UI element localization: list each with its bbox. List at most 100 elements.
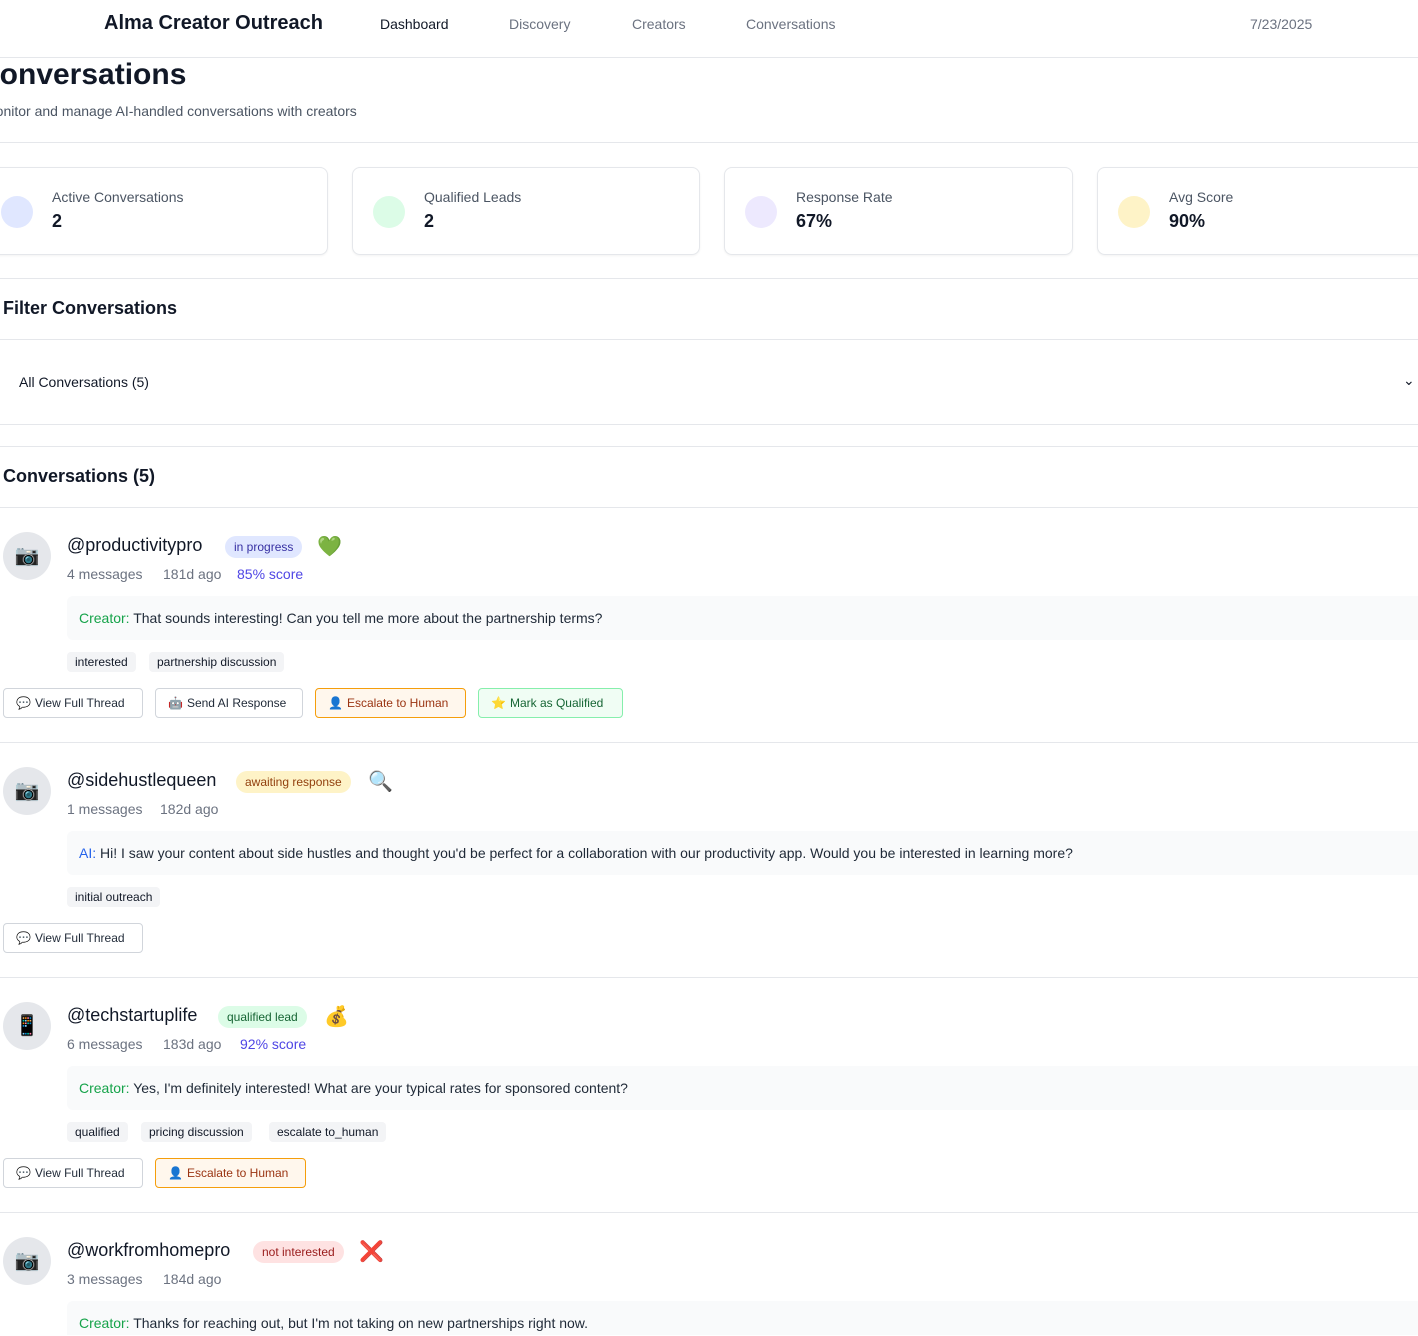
button-label: Escalate to Human: [346, 696, 449, 710]
stat-active-icon: [1, 196, 33, 228]
conversation-list-title: Conversations (5): [3, 466, 156, 486]
send-ai-response-button[interactable]: 🤖 Send AI Response: [155, 688, 303, 718]
robot-icon: 🤖: [168, 696, 183, 710]
person-icon: 👤: [328, 696, 343, 710]
stat-label: Qualified Leads: [424, 189, 522, 205]
last-message: Creator: That sounds interesting! Can yo…: [67, 596, 1418, 640]
magnifier-icon: 🔍: [368, 771, 393, 793]
lead-score: 92% score: [240, 1036, 307, 1052]
stat-label: Active Conversations: [52, 189, 184, 205]
avatar: 📷: [3, 767, 51, 815]
stat-score-icon: [1118, 196, 1150, 228]
tag: partnership discussion: [149, 652, 285, 672]
message-sender: Creator:: [79, 1315, 130, 1331]
page-title: Conversations: [0, 58, 420, 92]
message-count: 3 messages: [67, 1271, 143, 1287]
button-label: View Full Thread: [34, 1166, 125, 1180]
lead-score: 85% score: [237, 566, 304, 582]
cross-mark-icon: ❌: [359, 1241, 384, 1263]
page-title-text: Conversations: [0, 58, 187, 91]
last-activity: 183d ago: [163, 1036, 222, 1052]
top-navigation: Alma Creator Outreach Dashboard Discover…: [0, 0, 1418, 58]
stat-response-icon: [745, 196, 777, 228]
last-message: Creator: Yes, I'm definitely interested!…: [67, 1066, 1418, 1110]
conversation-item: 📷 @sidehustlequeen awaiting response 🔍 1…: [0, 743, 1418, 978]
stat-label: Response Rate: [796, 189, 893, 205]
last-activity: 182d ago: [160, 801, 219, 817]
header-divider: [0, 142, 1418, 143]
filter-title: Filter Conversations: [3, 298, 178, 318]
tag: qualified: [67, 1122, 128, 1142]
stat-value: 2: [424, 211, 435, 231]
escalate-to-human-button[interactable]: 👤 Escalate to Human: [155, 1158, 306, 1188]
mark-as-qualified-button[interactable]: ⭐ Mark as Qualified: [478, 688, 623, 718]
tag: escalate to_human: [269, 1122, 387, 1142]
stat-qualified-icon: [373, 196, 405, 228]
green-heart-icon: 💚: [317, 536, 342, 558]
avatar: 📱: [3, 1002, 51, 1050]
stat-card-qualified: Qualified Leads 2: [352, 167, 700, 255]
stat-card-avg-score: Avg Score 90%: [1097, 167, 1418, 255]
message-text: Thanks for reaching out, but I'm not tak…: [133, 1315, 589, 1331]
message-sender: Creator:: [79, 1080, 130, 1096]
nav-discovery[interactable]: Discovery: [509, 16, 570, 32]
last-activity: 184d ago: [163, 1271, 222, 1287]
button-label: Escalate to Human: [186, 1166, 289, 1180]
last-message: AI: Hi! I saw your content about side hu…: [67, 831, 1418, 875]
conversation-item: 📱 @techstartuplife qualified lead 💰 6 me…: [0, 978, 1418, 1213]
status-badge: awaiting response: [236, 771, 351, 793]
creator-handle[interactable]: @productivitypro: [67, 535, 202, 556]
button-label: View Full Thread: [34, 931, 125, 945]
tag: interested: [67, 652, 136, 672]
status-badge: not interested: [253, 1241, 344, 1263]
avatar: 📷: [3, 1237, 51, 1285]
message-text: Hi! I saw your content about side hustle…: [100, 845, 1073, 861]
page-subtitle-text: Monitor and manage AI-handled conversati…: [0, 103, 357, 119]
tag: pricing discussion: [141, 1122, 252, 1142]
status-badge: qualified lead: [218, 1006, 307, 1028]
conversation-filter-select[interactable]: All Conversations (5) ⌄: [0, 340, 1418, 424]
star-icon: ⭐: [491, 696, 506, 710]
message-count: 6 messages: [67, 1036, 143, 1052]
stat-card-active: Active Conversations 2: [0, 167, 328, 255]
nav-conversations[interactable]: Conversations: [746, 16, 836, 32]
view-full-thread-button[interactable]: 💬 View Full Thread: [3, 1158, 143, 1188]
brand-title[interactable]: Alma Creator Outreach: [104, 12, 323, 35]
last-message: Creator: Thanks for reaching out, but I'…: [67, 1301, 1418, 1335]
creator-handle[interactable]: @sidehustlequeen: [67, 770, 216, 791]
button-label: View Full Thread: [34, 696, 125, 710]
button-label: Mark as Qualified: [509, 696, 604, 710]
view-full-thread-button[interactable]: 💬 View Full Thread: [3, 923, 143, 953]
nav-dashboard[interactable]: Dashboard: [380, 16, 449, 32]
page-subtitle: Monitor and manage AI-handled conversati…: [0, 103, 420, 119]
view-full-thread-button[interactable]: 💬 View Full Thread: [3, 688, 143, 718]
person-icon: 👤: [168, 1166, 183, 1180]
stat-card-response-rate: Response Rate 67%: [724, 167, 1073, 255]
last-activity: 181d ago: [163, 566, 222, 582]
nav-creators[interactable]: Creators: [632, 16, 686, 32]
creator-handle[interactable]: @techstartuplife: [67, 1005, 197, 1026]
conversation-item: 📷 @workfromhomepro not interested ❌ 3 me…: [0, 1213, 1418, 1336]
speech-bubble-icon: 💬: [16, 1166, 31, 1180]
status-badge: in progress: [225, 536, 303, 558]
avatar: 📷: [3, 532, 51, 580]
speech-bubble-icon: 💬: [16, 931, 31, 945]
stat-value: 90%: [1169, 211, 1206, 231]
message-count: 1 messages: [67, 801, 143, 817]
stat-value: 67%: [796, 211, 833, 231]
message-text: Yes, I'm definitely interested! What are…: [133, 1080, 628, 1096]
creator-handle[interactable]: @workfromhomepro: [67, 1240, 230, 1261]
message-text: That sounds interesting! Can you tell me…: [133, 610, 603, 626]
stat-label: Avg Score: [1169, 189, 1234, 205]
filter-selected-value: All Conversations (5): [19, 374, 149, 390]
money-bag-icon: 💰: [324, 1006, 349, 1028]
message-count: 4 messages: [67, 566, 143, 582]
tag: initial outreach: [67, 887, 161, 907]
conversation-item: 📷 @productivitypro in progress 💚 4 messa…: [0, 508, 1418, 743]
message-sender: Creator:: [79, 610, 130, 626]
stat-value: 2: [52, 211, 63, 231]
speech-bubble-icon: 💬: [16, 696, 31, 710]
chevron-down-icon: ⌄: [1403, 372, 1415, 388]
escalate-to-human-button[interactable]: 👤 Escalate to Human: [315, 688, 466, 718]
current-date: 7/23/2025: [1250, 16, 1313, 32]
